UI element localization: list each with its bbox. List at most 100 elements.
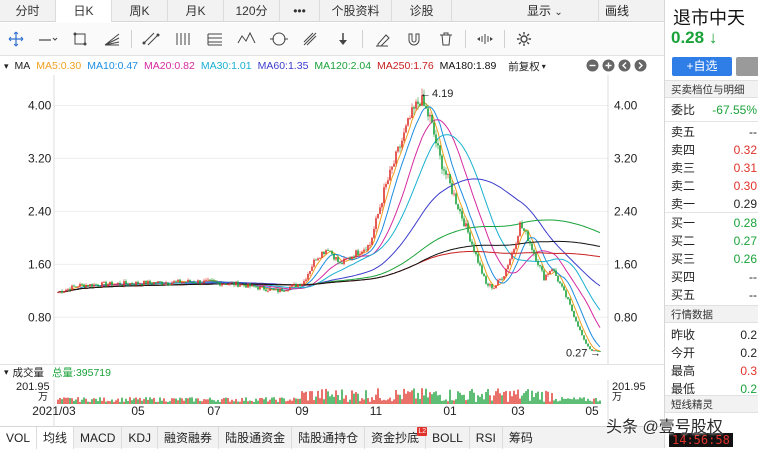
indicator-tab[interactable]: 融资融券 [158, 426, 220, 449]
ratio-label: 委比 [671, 103, 696, 117]
indicator-tab[interactable]: 均线 [37, 426, 75, 449]
minus-circle-icon[interactable] [586, 59, 599, 72]
indicator-tab-bar: VOL 均线 MACD KDJ 融资融券 陆股通资金 陆股通持仓 资金抄底 L2 BOLL RSI 筹… [0, 426, 664, 449]
candle-body [229, 282, 231, 285]
volume-bar [377, 388, 379, 404]
indicator-tab[interactable]: BOLL [426, 426, 470, 449]
indicator-tab[interactable]: 陆股通持仓 [292, 426, 366, 449]
period-tab[interactable]: 个股资料 [320, 0, 392, 22]
volume-bar [287, 400, 289, 404]
cycle-tool-icon[interactable] [263, 25, 295, 53]
eraser-icon[interactable] [366, 25, 398, 53]
indicator-tab[interactable]: KDJ [122, 426, 159, 449]
volume-bar [151, 399, 153, 404]
volume-bar [389, 397, 391, 404]
candle-body [189, 280, 191, 283]
candle-body [569, 298, 571, 305]
x-tick-label: 07 [207, 404, 221, 418]
parallel-line-icon[interactable] [135, 25, 167, 53]
watermark: 头条 @壹号股权 [606, 419, 723, 436]
period-tab[interactable]: 日K [56, 0, 112, 22]
level-label: 买二 [671, 234, 696, 248]
caret-down-icon[interactable]: ▾ [4, 61, 9, 72]
plus-circle-icon[interactable] [602, 59, 615, 72]
volume-bar [413, 388, 415, 404]
candle-body [311, 266, 313, 271]
volume-bar [285, 401, 287, 404]
candle-body [483, 273, 485, 277]
zoom-range-icon[interactable] [469, 25, 501, 53]
candle-body [187, 280, 189, 283]
candle-body [129, 283, 131, 285]
candlestick-chart[interactable]: 4.00 4.00 3.20 3.20 2.40 2.40 1.60 1.60 0.80 0.80… [0, 75, 664, 364]
indicator-tab[interactable]: MACD [74, 426, 123, 449]
fibonacci-icon[interactable] [199, 25, 231, 53]
candle-body [487, 283, 489, 286]
quote-level-row: 买三 0.26 [665, 250, 758, 268]
candle-body [127, 283, 129, 285]
candle-body [103, 281, 105, 283]
volume-bar [375, 394, 377, 404]
gear-icon[interactable] [508, 25, 540, 53]
volume-bar [499, 393, 501, 404]
candle-body [463, 218, 465, 227]
volume-bar [505, 390, 507, 404]
draw-line-button[interactable]: 画线 [598, 0, 629, 22]
indicator-tab[interactable]: VOL [0, 426, 38, 449]
period-tab[interactable]: 分时 [0, 0, 56, 22]
right-circle-icon[interactable] [634, 59, 647, 72]
candle-body [329, 250, 331, 252]
caret-down-icon[interactable]: ▾ [4, 367, 9, 378]
candle-body [531, 243, 533, 250]
candle-body [273, 288, 275, 290]
chip-distribution-tab[interactable]: 筹码 [503, 427, 539, 449]
wave-tool-icon[interactable] [231, 25, 263, 53]
volume-bar [339, 400, 341, 404]
indicator-tab[interactable]: 陆股通资金 [219, 426, 293, 449]
vertical-lines-icon[interactable] [167, 25, 199, 53]
more-button[interactable] [736, 57, 758, 76]
period-tab[interactable]: ••• [280, 0, 320, 22]
quote-level-row: 买一 0.28 [665, 214, 758, 232]
candle-body [193, 282, 195, 283]
candle-body [107, 284, 109, 287]
candle-body [179, 279, 181, 283]
period-tab[interactable]: 周K [112, 0, 168, 22]
trash-icon[interactable] [430, 25, 462, 53]
crosshair-icon[interactable] [0, 25, 32, 53]
ma-line [57, 219, 601, 293]
adjust-mode[interactable]: 前复权 [508, 59, 540, 74]
rectangle-tool-icon[interactable] [64, 25, 96, 53]
arrow-down-icon[interactable] [327, 25, 359, 53]
candle-body [407, 118, 409, 126]
candle-body [405, 125, 407, 133]
candle-body [295, 283, 297, 287]
left-circle-icon[interactable] [618, 59, 631, 72]
volume-bar [95, 398, 97, 404]
line-tool-icon[interactable] [32, 25, 64, 53]
level-label: 卖四 [671, 143, 696, 157]
candle-body [439, 145, 441, 156]
candle-body [493, 288, 495, 290]
candle-body [163, 283, 165, 285]
display-menu[interactable]: 显示 ⌄ [527, 0, 563, 22]
period-tab[interactable]: 月K [168, 0, 224, 22]
volume-bar [129, 397, 131, 404]
candle-body [267, 290, 269, 292]
volume-bar [359, 401, 361, 404]
volume-bar [399, 394, 401, 404]
candle-body [359, 253, 361, 255]
gann-tool-icon[interactable] [295, 25, 327, 53]
fan-tool-icon[interactable] [96, 25, 128, 53]
ma-prefix[interactable]: MA [15, 60, 31, 72]
magnet-icon[interactable] [398, 25, 430, 53]
indicator-tab[interactable]: 资金抄底 L2 [365, 426, 428, 449]
period-tab[interactable]: 120分 [224, 0, 280, 22]
period-tab[interactable]: 诊股 [392, 0, 452, 22]
add-watchlist-button[interactable]: +自选 [672, 57, 732, 76]
candle-body [457, 204, 459, 210]
candle-body [169, 284, 171, 286]
indicator-tab[interactable]: RSI [470, 426, 503, 449]
volume-bar [181, 398, 183, 404]
candle-body [469, 232, 471, 242]
